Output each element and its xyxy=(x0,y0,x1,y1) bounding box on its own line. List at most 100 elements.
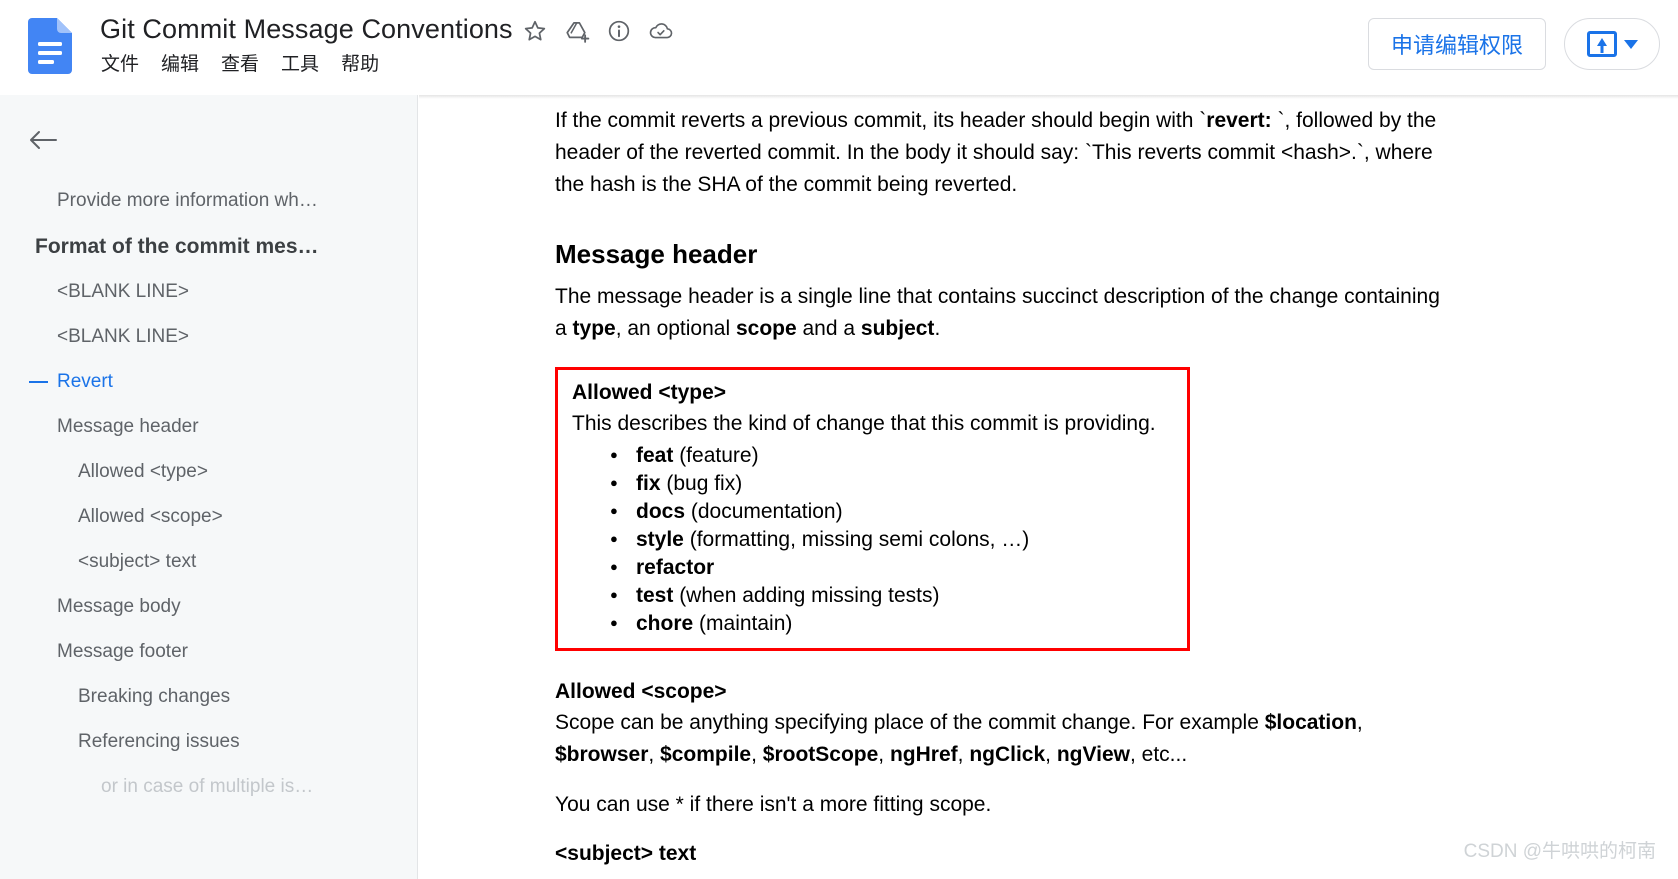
outline-item-label: <subject> text xyxy=(78,551,197,572)
chevron-down-icon xyxy=(1623,39,1638,49)
outline-item-allowed-type[interactable]: Allowed <type> xyxy=(0,460,417,484)
mh-bold-scope: scope xyxy=(735,317,797,340)
title-block: Git Commit Message Conventions 文件 编辑 查看 … xyxy=(100,12,513,78)
outline-item-provide-more-information[interactable]: Provide more information wh… xyxy=(0,189,417,213)
outline-item-message-body[interactable]: Message body xyxy=(0,595,417,619)
type-name: chore xyxy=(636,612,694,635)
document-info-icon[interactable] xyxy=(606,18,632,44)
outline-item-format-of-the-commit-message[interactable]: Format of the commit mes… xyxy=(0,235,417,259)
document-outline-sidebar: Provide more information wh… Format of t… xyxy=(0,95,418,879)
menu-item-file[interactable]: 文件 xyxy=(100,52,140,78)
outline-item-message-header[interactable]: Message header xyxy=(0,415,417,439)
scope-nghref: ngHref xyxy=(889,743,958,766)
outline-item-message-footer[interactable]: Message footer xyxy=(0,640,417,664)
title-icon-group xyxy=(522,18,674,44)
heading-subject-text: <subject> text xyxy=(555,842,697,865)
back-arrow-icon[interactable] xyxy=(28,127,58,153)
canvas-top-shadow xyxy=(419,95,1678,99)
heading-allowed-type: Allowed <type> xyxy=(572,381,727,404)
scope-sep-5: , xyxy=(957,743,970,766)
outline-item-label: Allowed <scope> xyxy=(78,506,223,527)
outline-item-label: or in case of multiple is… xyxy=(101,776,314,797)
outline-item-label: Message footer xyxy=(57,641,188,662)
outline-item-blank-line-2[interactable]: <BLANK LINE> xyxy=(0,325,417,349)
type-desc: (documentation) xyxy=(685,500,843,523)
revert-text-part-1: If the commit reverts a previous commit,… xyxy=(555,109,1207,132)
mh-bold-type: type xyxy=(572,317,616,340)
allowed-scope-section: Allowed <scope> Scope can be anything sp… xyxy=(555,677,1455,869)
outline-item-or-in-case-of-multiple-issues[interactable]: or in case of multiple is… xyxy=(0,775,417,799)
outline-item-blank-line-1[interactable]: <BLANK LINE> xyxy=(0,280,417,304)
document-canvas[interactable]: If the commit reverts a previous commit,… xyxy=(419,95,1678,879)
outline-item-label: <BLANK LINE> xyxy=(57,281,190,302)
type-name: style xyxy=(636,528,684,551)
list-item: test (when adding missing tests) xyxy=(610,581,1175,610)
paragraph-revert: If the commit reverts a previous commit,… xyxy=(555,105,1455,201)
add-shortcut-to-drive-icon[interactable] xyxy=(564,18,590,44)
menu-item-view[interactable]: 查看 xyxy=(220,52,260,78)
type-name: feat xyxy=(636,444,674,467)
list-item: fix (bug fix) xyxy=(610,469,1175,498)
list-item: feat (feature) xyxy=(610,441,1175,470)
allowed-type-intro: This describes the kind of change that t… xyxy=(572,412,1156,435)
menu-bar: 文件 编辑 查看 工具 帮助 xyxy=(100,52,513,78)
active-indicator-dash xyxy=(29,381,48,383)
outline-item-label: Revert xyxy=(57,371,113,392)
type-desc: (bug fix) xyxy=(660,472,743,495)
type-name: fix xyxy=(636,472,661,495)
outline-item-referencing-issues[interactable]: Referencing issues xyxy=(0,730,417,754)
outline-item-label: Message header xyxy=(57,416,199,437)
share-upload-icon xyxy=(1586,31,1617,57)
scope-sep-6: , xyxy=(1045,743,1057,766)
scope-ngview: ngView xyxy=(1056,743,1130,766)
scope-sep-2: , xyxy=(648,743,661,766)
outline-item-revert[interactable]: Revert xyxy=(0,370,417,394)
heading-allowed-scope: Allowed <scope> xyxy=(555,680,727,703)
outline-item-label: Message body xyxy=(57,596,181,617)
list-item: refactor xyxy=(610,553,1175,582)
type-desc: (when adding missing tests) xyxy=(673,584,940,607)
menu-item-help[interactable]: 帮助 xyxy=(340,52,380,78)
top-bar: Git Commit Message Conventions 文件 编辑 查看 … xyxy=(0,0,1678,95)
outline-item-label: Provide more information wh… xyxy=(57,190,318,211)
outline-item-label: Format of the commit mes… xyxy=(35,235,319,258)
outline-item-label: Referencing issues xyxy=(78,731,240,752)
type-name: docs xyxy=(636,500,686,523)
outline-item-subject-text[interactable]: <subject> text xyxy=(0,550,417,574)
google-docs-icon[interactable] xyxy=(28,18,72,74)
page-title[interactable]: Git Commit Message Conventions xyxy=(100,12,513,46)
menu-item-edit[interactable]: 编辑 xyxy=(160,52,200,78)
scope-location: $location xyxy=(1264,711,1357,734)
allowed-type-highlight-box: Allowed <type> This describes the kind o… xyxy=(555,367,1190,651)
outline-list: Provide more information wh… Format of t… xyxy=(0,175,417,799)
list-item: docs (documentation) xyxy=(610,497,1175,526)
cloud-saved-icon[interactable] xyxy=(648,18,674,44)
mh-text-4: . xyxy=(934,317,941,340)
csdn-watermark: CSDN @牛哄哄的柯南 xyxy=(1463,841,1656,862)
request-edit-access-button[interactable]: 申请编辑权限 xyxy=(1367,18,1546,70)
outline-item-breaking-changes[interactable]: Breaking changes xyxy=(0,685,417,709)
star-icon[interactable] xyxy=(522,18,548,44)
scope-sep-4: , xyxy=(878,743,890,766)
heading-message-header: Message header xyxy=(555,239,758,269)
scope-browser: $browser xyxy=(555,743,649,766)
mh-text-2: , an optional xyxy=(615,317,736,340)
scope-compile: $compile xyxy=(660,743,752,766)
type-desc: (feature) xyxy=(673,444,759,467)
scope-text-1: Scope can be anything specifying place o… xyxy=(555,711,1265,734)
type-name: test xyxy=(636,584,674,607)
mh-bold-subject: subject xyxy=(860,317,935,340)
google-docs-app: Git Commit Message Conventions 文件 编辑 查看 … xyxy=(0,0,1678,879)
paragraph-message-header: The message header is a single line that… xyxy=(555,281,1455,345)
allowed-type-list: feat (feature) fix (bug fix) docs (docum… xyxy=(572,441,1175,638)
menu-item-tools[interactable]: 工具 xyxy=(280,52,320,78)
scope-sep-3: , xyxy=(751,743,763,766)
top-right-actions: 申请编辑权限 xyxy=(1367,18,1660,70)
scope-ngclick: ngClick xyxy=(969,743,1046,766)
share-button[interactable] xyxy=(1564,18,1660,70)
outline-header xyxy=(0,95,417,175)
revert-keyword: revert: xyxy=(1206,109,1278,132)
outline-item-label: Allowed <type> xyxy=(78,461,208,482)
outline-item-allowed-scope[interactable]: Allowed <scope> xyxy=(0,505,417,529)
